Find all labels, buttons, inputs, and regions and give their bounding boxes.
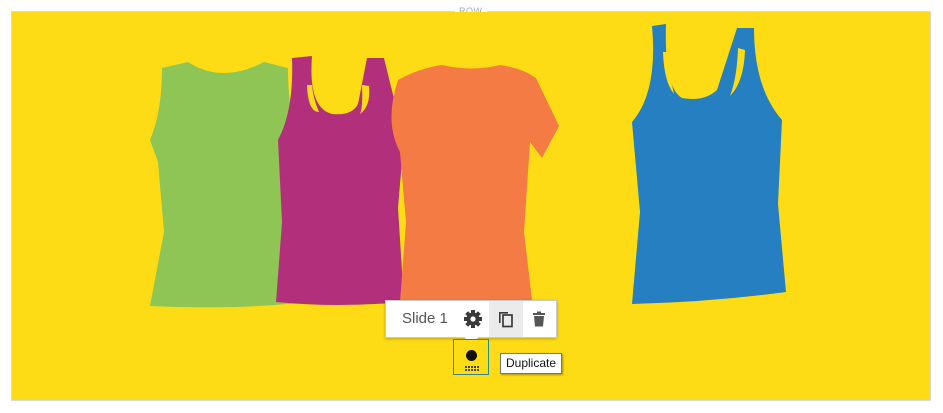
- slide-dot[interactable]: [466, 350, 477, 361]
- gear-icon: [463, 310, 482, 328]
- duplicate-tooltip: Duplicate: [500, 353, 563, 374]
- orange-tee: [391, 65, 559, 306]
- delete-button[interactable]: [523, 301, 556, 337]
- duplicate-button[interactable]: [489, 301, 523, 337]
- duplicate-icon: [498, 312, 513, 328]
- blue-tank-top: [632, 24, 786, 304]
- slide-name[interactable]: Slide 1: [386, 301, 456, 337]
- settings-button[interactable]: [456, 301, 489, 337]
- drag-handle-icon[interactable]: [465, 366, 479, 372]
- magenta-tank-top: [276, 56, 404, 305]
- slide-toolbar: Slide 1: [385, 300, 557, 338]
- trash-icon: [533, 311, 546, 327]
- slide-dot-selected[interactable]: [453, 339, 489, 375]
